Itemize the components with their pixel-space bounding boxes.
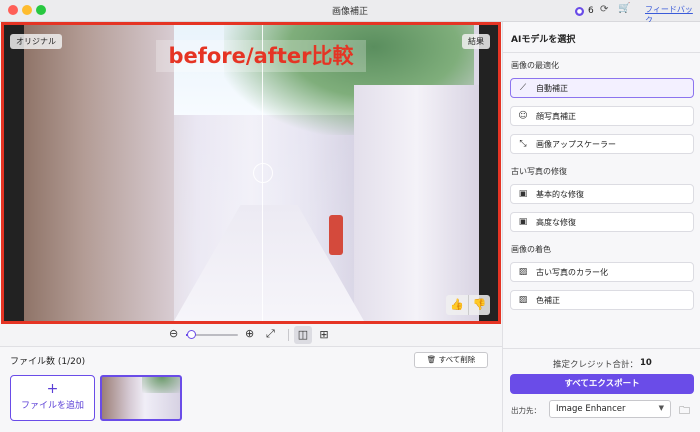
fit-screen-icon[interactable]: ⤢: [266, 327, 275, 341]
panel-divider-bottom: [503, 348, 700, 349]
zoom-out-icon[interactable]: ⊖: [169, 327, 178, 340]
option-color-correct[interactable]: ▨ 色補正: [510, 290, 694, 310]
face-icon: ☺: [518, 111, 528, 121]
zoom-toolbar: ⊖ ⊕ ⤢ ◫ ⊞: [0, 325, 502, 345]
estimate-label: 推定クレジット合計：: [553, 360, 639, 370]
zoom-in-icon[interactable]: ⊕: [245, 327, 254, 340]
option-label: 基本的な修復: [536, 190, 584, 199]
estimate-value: 10: [640, 358, 652, 368]
credit-icon: ●: [575, 6, 584, 16]
plus-icon: +: [46, 381, 59, 397]
section-title-optimize: 画像の最適化: [511, 61, 559, 70]
file-thumbnail[interactable]: [100, 375, 182, 421]
chevron-down-icon: ▼: [658, 404, 664, 412]
output-value: Image Enhancer: [556, 404, 626, 414]
option-label: 顔写真補正: [536, 112, 576, 121]
result-label: 結果: [462, 34, 490, 49]
delete-all-button[interactable]: 🗑 すべて削除: [414, 352, 488, 368]
panel-divider: [503, 52, 700, 53]
section-title-restore: 古い写真の修復: [511, 167, 567, 176]
model-panel: AIモデルを選択 画像の最適化 ⟋ 自動補正 ☺ 顔写真補正 ⤡ 画像アップスケ…: [502, 22, 700, 432]
thumbnail-image: [142, 377, 180, 393]
output-select[interactable]: Image Enhancer ▼: [549, 400, 671, 418]
option-label: 高度な修復: [536, 218, 576, 227]
output-label: 出力先：: [511, 406, 541, 415]
option-basic-restore[interactable]: ▣ 基本的な修復: [510, 184, 694, 204]
option-advanced-restore[interactable]: ▣ 高度な修復: [510, 212, 694, 232]
image-mailbox: [329, 215, 343, 255]
magic-wand-icon: ⟋: [519, 83, 527, 93]
credit-count: 6: [588, 6, 594, 16]
original-label: オリジナル: [10, 34, 62, 49]
thumbs-up-icon[interactable]: 👍: [446, 295, 468, 315]
option-label: 自動補正: [536, 84, 568, 93]
export-all-button[interactable]: すべてエクスポート: [510, 374, 694, 394]
option-face-enhance[interactable]: ☺ 顔写真補正: [510, 106, 694, 126]
thumbs-down-icon[interactable]: 👎: [468, 295, 490, 315]
photo-icon: ▣: [518, 189, 528, 199]
section-title-colorize: 画像の着色: [511, 245, 551, 254]
file-count: ファイル数 (1/20): [10, 357, 86, 367]
comparison-handle[interactable]: [253, 163, 273, 183]
toolbar-separator: [288, 329, 289, 341]
before-after-caption: before/after比較: [156, 40, 366, 72]
comparison-preview[interactable]: オリジナル 結果 before/after比較 👍 👎: [1, 22, 501, 324]
image-building-right: [354, 85, 479, 321]
image-icon: ▨: [518, 267, 528, 277]
option-label: 色補正: [536, 296, 560, 305]
cart-icon[interactable]: 🛒: [618, 3, 630, 14]
option-auto-enhance[interactable]: ⟋ 自動補正: [510, 78, 694, 98]
folder-icon[interactable]: 🗀: [679, 402, 690, 421]
option-label: 画像アップスケーラー: [536, 140, 616, 149]
zoom-slider[interactable]: [186, 330, 238, 339]
option-upscaler[interactable]: ⤡ 画像アップスケーラー: [510, 134, 694, 154]
add-file-label: ファイルを追加: [20, 401, 84, 411]
title-bar: 画像補正 ● 6 ⟳ 🛒 フィードバック: [0, 0, 700, 25]
refresh-icon[interactable]: ⟳: [600, 4, 608, 15]
add-file-button[interactable]: + ファイルを追加: [10, 375, 95, 421]
window-title: 画像補正: [331, 7, 368, 17]
split-view-icon[interactable]: ◫: [294, 326, 312, 344]
file-tray: ファイル数 (1/20) 🗑 すべて削除 + ファイルを追加: [0, 346, 502, 432]
image-icon: ▨: [518, 295, 528, 305]
feedback-buttons: 👍 👎: [446, 295, 490, 315]
side-by-side-icon[interactable]: ⊞: [315, 326, 333, 344]
panel-title: AIモデルを選択: [511, 35, 576, 45]
delete-all-label: すべて削除: [438, 355, 476, 364]
photo-icon: ▣: [518, 217, 528, 227]
zoom-slider-knob[interactable]: [187, 330, 197, 339]
trash-icon: 🗑: [426, 355, 439, 364]
expand-icon: ⤡: [519, 139, 527, 149]
option-colorize[interactable]: ▨ 古い写真のカラー化: [510, 262, 694, 282]
option-label: 古い写真のカラー化: [536, 268, 608, 277]
image-building-left: [24, 25, 174, 321]
credits-indicator: ● 6: [575, 3, 594, 19]
